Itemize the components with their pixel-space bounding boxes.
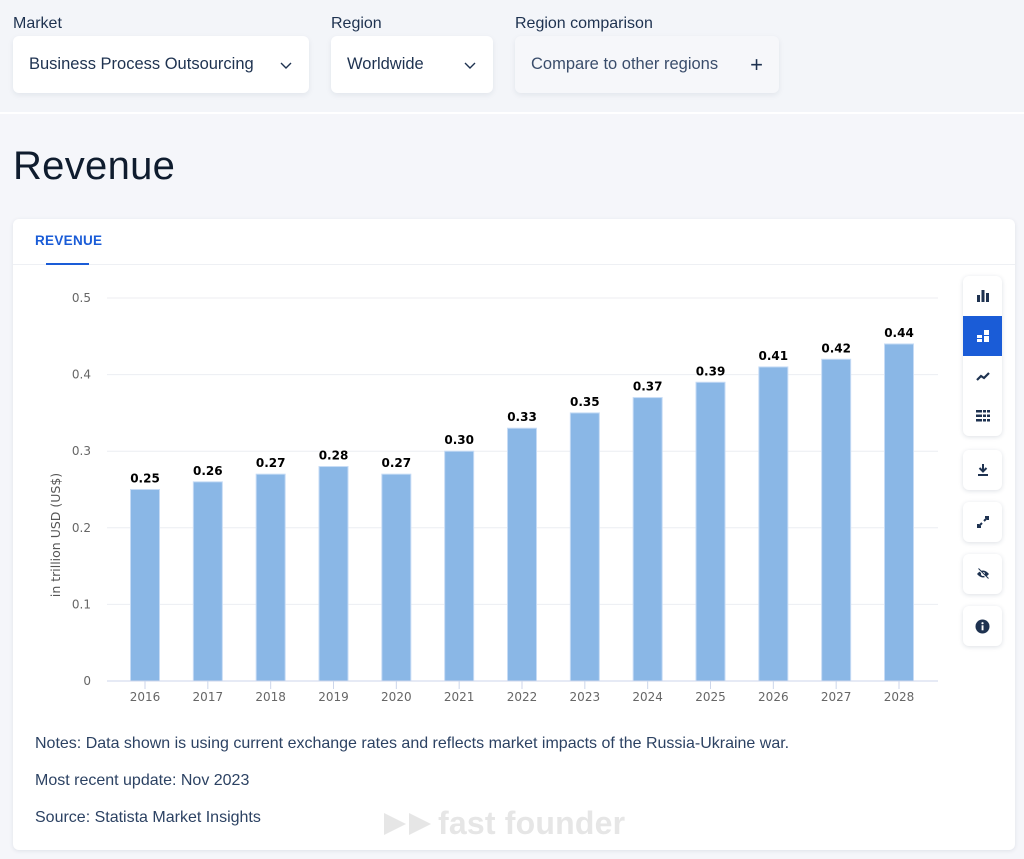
y-tick-label: 0.5 — [72, 291, 91, 305]
x-tick-label: 2024 — [632, 690, 663, 704]
download-button[interactable] — [963, 450, 1002, 490]
table-icon — [975, 410, 990, 422]
x-tick-label: 2017 — [193, 690, 224, 704]
data-label: 0.30 — [444, 433, 474, 447]
region-dropdown[interactable]: Worldwide — [331, 36, 493, 93]
eye-slash-icon — [976, 568, 989, 580]
x-axis-ticks: 2016 2017 2018 2019 2020 2021 2022 2023 2024 2025… — [130, 681, 915, 704]
hide-button[interactable] — [963, 554, 1002, 594]
bar-2018[interactable] — [255, 473, 286, 682]
trend-line-button[interactable] — [963, 356, 1002, 396]
trend-line-icon — [975, 372, 990, 381]
data-label: 0.35 — [570, 395, 600, 409]
x-tick-label: 2023 — [570, 690, 601, 704]
info-button[interactable] — [963, 606, 1002, 646]
y-tick-label: 0 — [83, 674, 91, 688]
market-dropdown[interactable]: Business Process Outsourcing — [13, 36, 309, 93]
bar-2024[interactable] — [632, 397, 663, 682]
y-tick-label: 0.4 — [72, 368, 91, 382]
data-label: 0.42 — [821, 341, 851, 355]
table-view-button[interactable] — [963, 396, 1002, 436]
stacked-bar-icon — [976, 330, 989, 342]
data-label: 0.26 — [193, 464, 223, 478]
x-tick-label: 2021 — [444, 690, 475, 704]
data-label: 0.27 — [256, 456, 286, 470]
region-label: Region — [331, 15, 382, 32]
fullscreen-button[interactable] — [963, 502, 1002, 542]
bar-2027[interactable] — [821, 358, 852, 682]
revenue-bar-chart: 0 0.1 0.2 0.3 0.4 0.5 in trillion USD (US$) 0… — [48, 291, 938, 704]
compare-regions-button[interactable]: Compare to other regions + — [515, 36, 779, 93]
watermark-text: fast founder — [438, 805, 626, 841]
x-tick-label: 2018 — [255, 690, 286, 704]
x-tick-label: 2028 — [884, 690, 915, 704]
info-icon — [975, 619, 990, 633]
bar-2020[interactable] — [381, 473, 412, 682]
plus-icon: + — [750, 51, 763, 77]
watermark: fast founder — [384, 805, 625, 842]
market-label: Market — [13, 15, 62, 32]
region-comparison-label: Region comparison — [515, 15, 653, 32]
fullscreen-icon — [976, 516, 989, 528]
x-tick-label: 2020 — [381, 690, 412, 704]
download-icon — [977, 464, 988, 476]
data-label: 0.28 — [319, 449, 349, 463]
stacked-bar-button[interactable] — [963, 316, 1002, 356]
region-filter: Region Worldwide — [331, 14, 493, 93]
filter-bar: Market Business Process Outsourcing Regi… — [0, 0, 1024, 114]
y-tick-label: 0.2 — [72, 521, 91, 535]
compare-regions-label: Compare to other regions — [531, 55, 719, 73]
y-axis-label: in trillion USD (US$) — [48, 473, 63, 597]
region-comparison-filter: Region comparison Compare to other regio… — [515, 14, 779, 93]
y-axis-ticks: 0 0.1 0.2 0.3 0.4 0.5 — [72, 291, 91, 688]
notes-text: Notes: Data shown is using current excha… — [35, 735, 790, 752]
x-tick-label: 2026 — [758, 690, 789, 704]
bar-2023[interactable] — [569, 412, 600, 682]
x-tick-label: 2027 — [821, 690, 852, 704]
last-update-text: Most recent update: Nov 2023 — [35, 772, 250, 789]
data-label: 0.44 — [884, 326, 914, 340]
bar-2017[interactable] — [192, 481, 223, 682]
page-title: Revenue — [13, 144, 176, 188]
bar-chart-icon — [976, 290, 989, 302]
market-value: Business Process Outsourcing — [29, 55, 254, 73]
x-tick-label: 2022 — [507, 690, 538, 704]
bars — [130, 343, 914, 682]
bar-chart-button[interactable] — [963, 276, 1002, 316]
download-button-wrap — [963, 450, 1002, 490]
data-label: 0.41 — [759, 349, 789, 363]
data-label: 0.27 — [382, 456, 412, 470]
fast-forward-icon — [384, 812, 431, 835]
hide-button-wrap — [963, 554, 1002, 594]
bar-2025[interactable] — [695, 381, 726, 682]
bar-2019[interactable] — [318, 466, 349, 682]
x-tick-label: 2025 — [695, 690, 726, 704]
chevron-down-icon — [280, 62, 292, 69]
revenue-card: REVENUE 0 0.1 0.2 0.3 0.4 0.5 in trillion USD… — [13, 219, 1015, 850]
y-tick-label: 0.1 — [72, 597, 91, 611]
region-value: Worldwide — [347, 55, 424, 73]
bar-2026[interactable] — [758, 366, 789, 682]
chevron-down-icon — [464, 62, 476, 69]
chart-type-toolbar — [963, 276, 1002, 436]
fullscreen-button-wrap — [963, 502, 1002, 542]
info-button-wrap — [963, 606, 1002, 646]
bar-2028[interactable] — [884, 343, 914, 682]
y-tick-label: 0.3 — [72, 444, 91, 458]
market-filter: Market Business Process Outsourcing — [13, 14, 309, 93]
data-label: 0.39 — [696, 364, 726, 378]
data-label: 0.33 — [507, 410, 537, 424]
bar-2022[interactable] — [507, 427, 537, 682]
bar-2021[interactable] — [444, 450, 475, 682]
bar-2016[interactable] — [130, 489, 160, 682]
data-label: 0.37 — [633, 380, 663, 394]
x-tick-label: 2016 — [130, 690, 161, 704]
x-tick-label: 2019 — [318, 690, 349, 704]
data-label: 0.25 — [130, 472, 160, 486]
